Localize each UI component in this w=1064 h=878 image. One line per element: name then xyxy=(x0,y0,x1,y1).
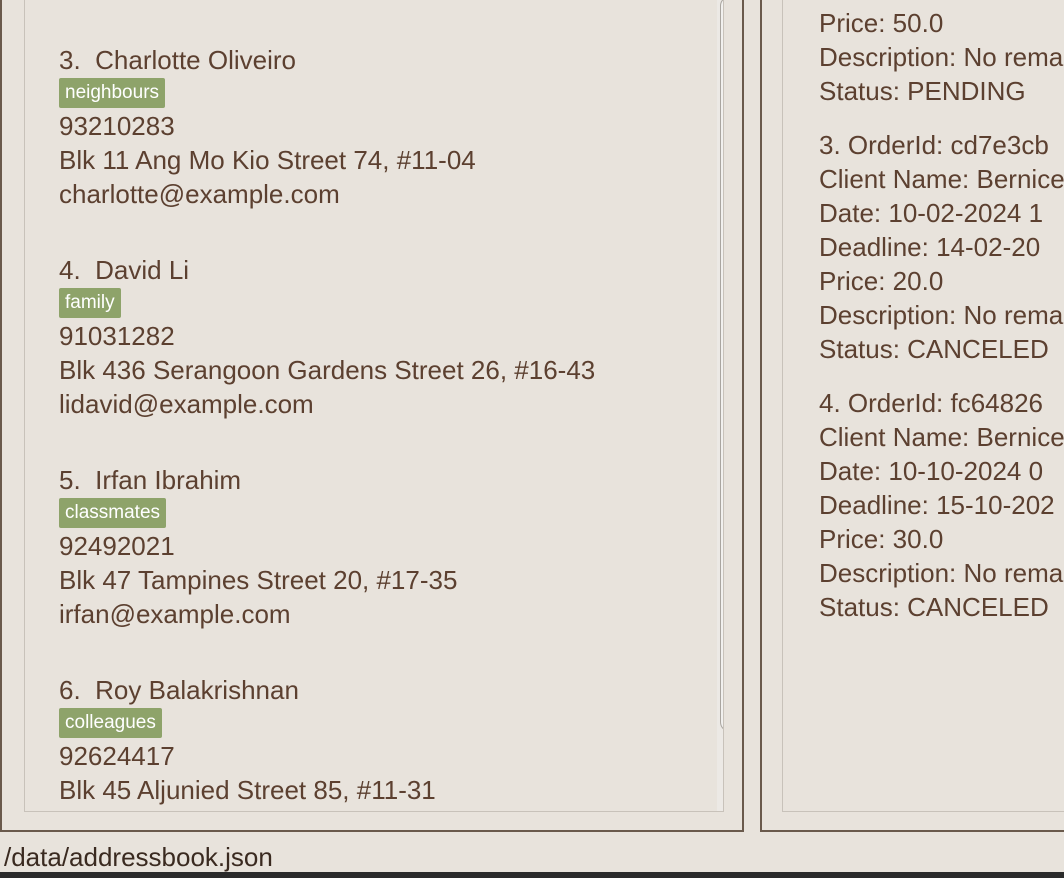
tag-badge: colleagues xyxy=(59,708,162,738)
scrollbar-thumb[interactable] xyxy=(720,0,723,732)
order-deadline: Deadline: 14-02-20 xyxy=(819,232,1041,262)
order-deadline-partial: Deadline: 04-03-20 xyxy=(819,0,1040,4)
order-status: Status: PENDING xyxy=(819,76,1026,106)
person-phone: 92492021 xyxy=(59,531,175,561)
person-list[interactable]: 3. Charlotte Oliveiro neighbours 9321028… xyxy=(24,0,724,812)
status-bar: /data/addressbook.json xyxy=(0,840,1064,874)
vertical-scrollbar[interactable] xyxy=(717,0,723,811)
order-header: 3. OrderId: cd7e3cb xyxy=(819,130,1049,160)
order-client: Client Name: Bernice xyxy=(819,164,1064,194)
order-client: Client Name: Bernice xyxy=(819,422,1064,452)
order-description: Description: No rema xyxy=(819,42,1064,72)
order-header: 4. OrderId: fc64826 xyxy=(819,388,1044,418)
order-deadline: Deadline: 15-10-202 xyxy=(819,490,1055,520)
order-date: Date: 10-02-2024 1 xyxy=(819,198,1044,228)
order-description: Description: No rema xyxy=(819,558,1064,588)
order-price: Price: 50.0 xyxy=(819,8,944,38)
status-file-path: /data/addressbook.json xyxy=(4,842,273,872)
person-phone: 93210283 xyxy=(59,111,175,141)
person-address: Blk 436 Serangoon Gardens Street 26, #16… xyxy=(59,355,596,385)
chevron-down-icon[interactable] xyxy=(722,783,723,797)
person-name: 6. Roy Balakrishnan xyxy=(59,675,299,705)
person-phone: 91031282 xyxy=(59,321,175,351)
order-list-panel: Deadline: 04-03-20 Price: 50.0 Descripti… xyxy=(760,0,1064,832)
tag-badge: classmates xyxy=(59,498,167,528)
person-name: 4. David Li xyxy=(59,255,190,285)
person-list-panel: 3. Charlotte Oliveiro neighbours 9321028… xyxy=(0,0,744,832)
person-name: 5. Irfan Ibrahim xyxy=(59,465,242,495)
window-bottom-edge xyxy=(0,872,1064,878)
tag-badge: neighbours xyxy=(59,78,166,108)
order-description: Description: No rema xyxy=(819,300,1064,330)
person-email: charlotte@example.com xyxy=(59,179,340,209)
order-status: Status: CANCELED xyxy=(819,592,1049,622)
order-date: Date: 10-10-2024 0 xyxy=(819,456,1044,486)
person-email: lidavid@example.com xyxy=(59,389,314,419)
person-name: 3. Charlotte Oliveiro xyxy=(59,45,296,75)
person-email: irfan@example.com xyxy=(59,599,291,629)
order-price: Price: 20.0 xyxy=(819,266,944,296)
order-price: Price: 30.0 xyxy=(819,524,944,554)
order-status: Status: CANCELED xyxy=(819,334,1049,364)
person-address: Blk 11 Ang Mo Kio Street 74, #11-04 xyxy=(59,145,476,175)
person-address: Blk 47 Tampines Street 20, #17-35 xyxy=(59,565,458,595)
tag-badge: family xyxy=(59,288,121,318)
person-phone: 92624417 xyxy=(59,741,175,771)
order-list[interactable]: Deadline: 04-03-20 Price: 50.0 Descripti… xyxy=(782,0,1064,812)
person-address: Blk 45 Aljunied Street 85, #11-31 xyxy=(59,775,436,805)
